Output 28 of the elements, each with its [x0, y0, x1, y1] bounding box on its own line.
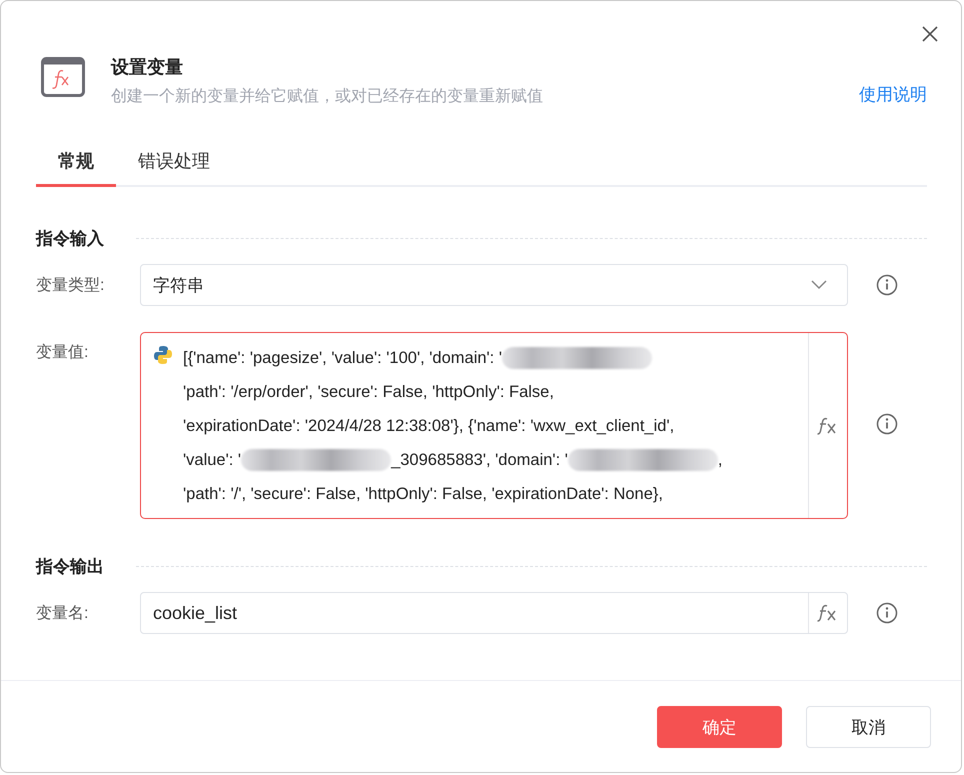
help-link[interactable]: 使用说明	[859, 83, 927, 106]
close-icon[interactable]	[921, 25, 939, 43]
field-label: 变量类型:	[36, 276, 106, 296]
field-label: 变量名:	[36, 604, 90, 624]
code-text: 'value': '	[183, 450, 242, 471]
function-window-icon	[41, 57, 85, 97]
code-text: 'path': '/erp/order', 'secure': False, 'httpOnly': False,	[183, 382, 554, 403]
code-text: 'path': '/', 'secure': False, 'httpOnly': False, 'expirationDate': None},	[183, 484, 663, 505]
python-icon	[153, 345, 173, 365]
info-icon[interactable]	[876, 602, 898, 624]
field-label: 变量值:	[36, 342, 90, 363]
value-textarea[interactable]	[140, 332, 848, 519]
variable-name-field[interactable]: cookie_list	[140, 592, 848, 634]
section-title: 指令输出	[36, 556, 104, 578]
code-text: [{'name': 'pagesize', 'value': '100', 'domain': '	[183, 348, 502, 369]
dialog-subtitle: 创建一个新的变量并给它赋值，或对已经存在的变量重新赋值	[111, 86, 543, 107]
type-select[interactable]: 字符串	[140, 264, 848, 306]
section-title: 指令输入	[36, 228, 104, 250]
tab[interactable]: 常规	[36, 145, 116, 187]
cancel-button[interactable]: 取消	[806, 706, 931, 748]
dialog-title: 设置变量	[111, 56, 184, 79]
code-text: ,	[718, 450, 722, 471]
tab[interactable]: 错误处理	[116, 145, 232, 187]
code-text: 'expirationDate': '2024/4/28 12:38:08'}, {'name': 'wxw_ext_client_id',	[183, 416, 674, 437]
code-text: _309685883', 'domain': '	[391, 450, 568, 471]
info-icon[interactable]	[876, 413, 898, 435]
info-icon[interactable]	[876, 274, 898, 296]
chevron-down-icon	[811, 280, 827, 290]
